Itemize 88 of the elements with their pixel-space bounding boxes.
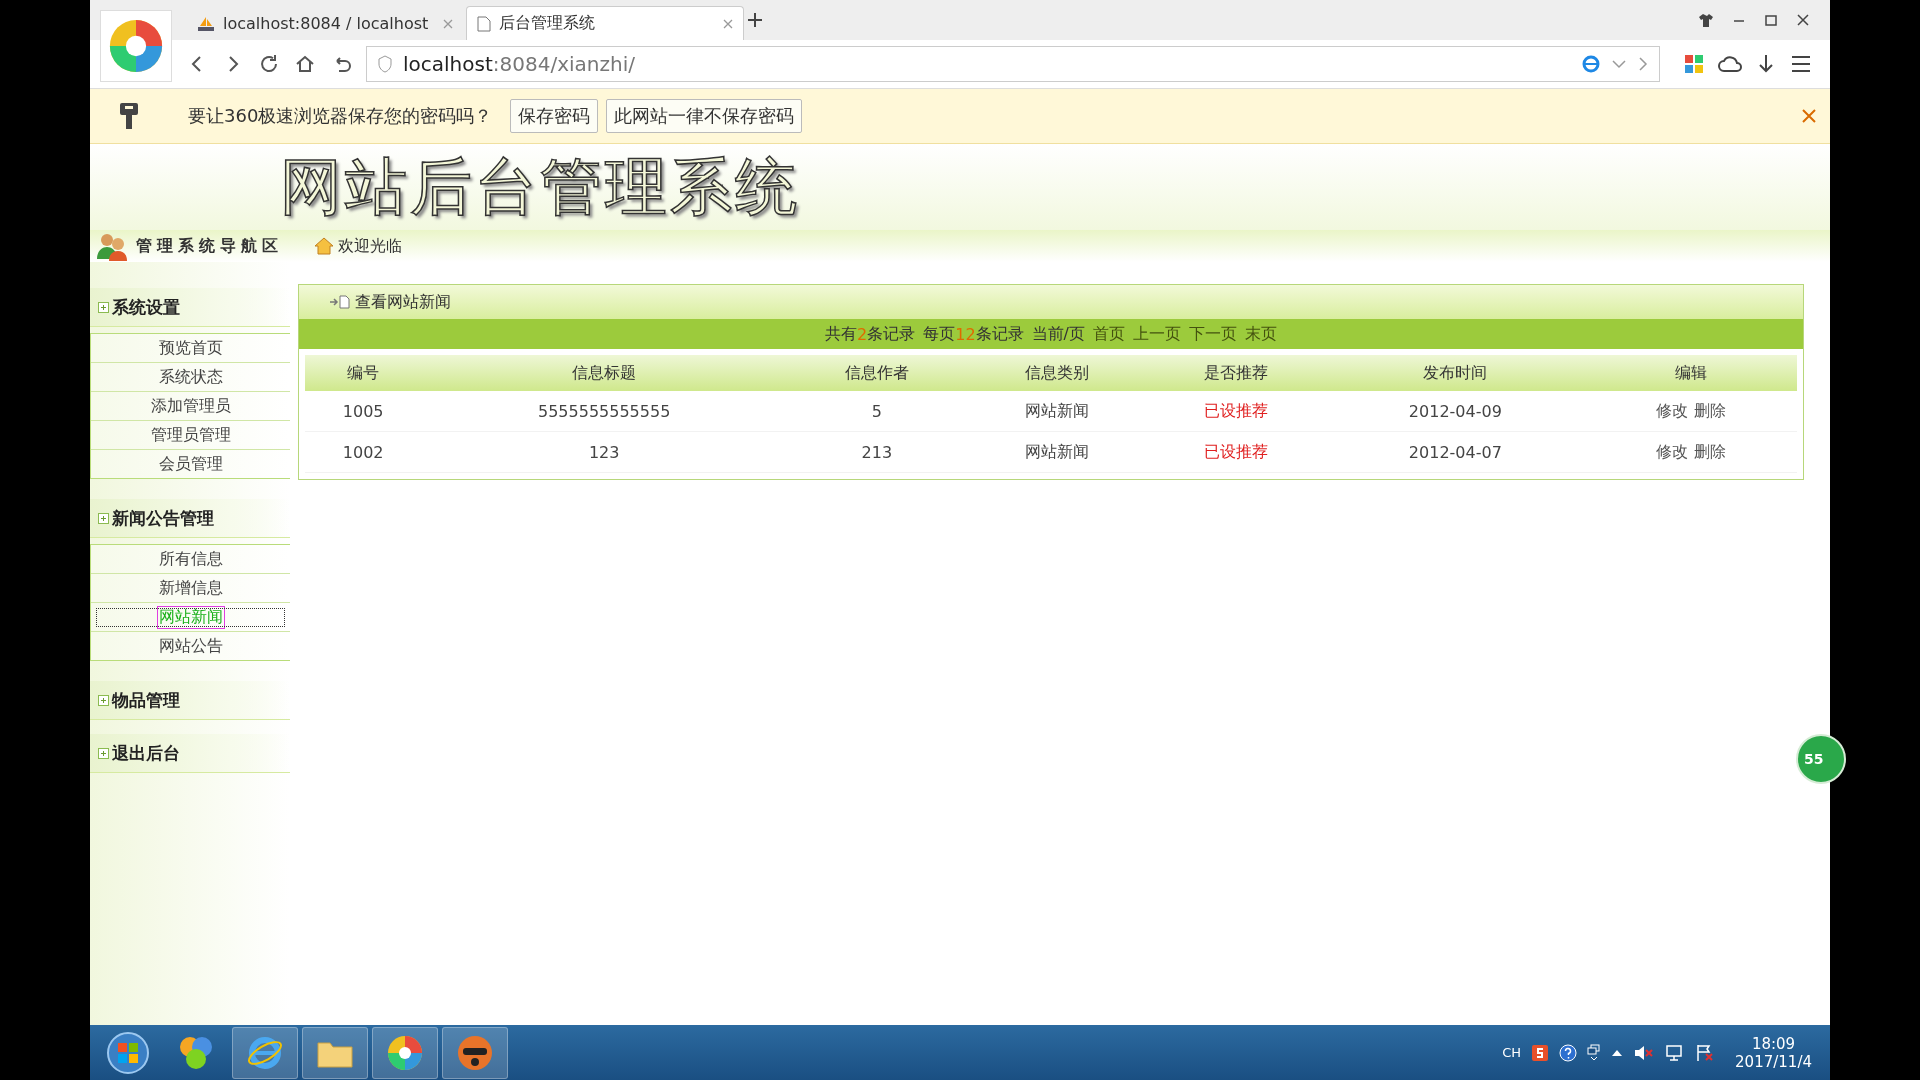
column-header: 信息作者	[787, 355, 967, 391]
page-icon	[477, 15, 491, 32]
expand-icon	[98, 694, 109, 706]
home-icon	[314, 237, 334, 255]
menu-group-header[interactable]: 新闻公告管理	[90, 499, 290, 538]
browser-tab[interactable]: 后台管理系统	[466, 6, 744, 40]
column-header: 发布时间	[1326, 355, 1585, 391]
address-field[interactable]: localhost:8084/xianzhi/	[366, 46, 1660, 82]
expand-icon	[98, 512, 109, 524]
new-tab-icon[interactable]	[746, 11, 764, 29]
column-header: 信息类别	[966, 355, 1147, 391]
menu-group-header[interactable]: 退出后台	[90, 734, 290, 773]
table-cell: 5555555555555	[421, 391, 788, 432]
browser-icon[interactable]	[372, 1026, 438, 1079]
table-cell: 2012-04-07	[1326, 431, 1585, 473]
sidebar-item[interactable]: 系统状态	[91, 363, 290, 392]
column-header: 编辑	[1584, 355, 1797, 391]
table-cell: 网站新闻	[966, 431, 1147, 473]
apps-grid-icon[interactable]	[1684, 54, 1704, 74]
password-button[interactable]: 保存密码	[510, 99, 599, 133]
column-header: 编号	[305, 355, 422, 391]
reload-icon[interactable]	[258, 53, 280, 75]
sidebar-item[interactable]: 所有信息	[91, 545, 290, 574]
expand-icon	[98, 747, 109, 759]
pager-text: 共有	[825, 323, 858, 345]
download-icon[interactable]	[1756, 53, 1776, 75]
menu-icon[interactable]	[1790, 54, 1812, 74]
clock-date: 2017/11/4	[1735, 1052, 1812, 1071]
expand-icon	[98, 301, 109, 313]
pager-text: 条记录	[867, 323, 916, 345]
shield-icon	[377, 55, 393, 73]
row-action-link[interactable]: 修改	[1655, 400, 1688, 420]
pager-text: 条记录	[975, 323, 1024, 345]
input-method-icon[interactable]	[1531, 1043, 1550, 1062]
pager-link[interactable]: 上一页	[1132, 323, 1181, 345]
sidebar-item[interactable]: 添加管理员	[91, 392, 290, 421]
panel-title: 查看网站新闻	[355, 291, 451, 313]
site-title: 网站后台管理系统	[280, 149, 800, 225]
pager-link[interactable]: 下一页	[1188, 323, 1237, 345]
pager-text: 当前/页	[1031, 323, 1085, 345]
clock-time: 18:09	[1751, 1034, 1796, 1053]
sidebar-item[interactable]: 预览首页	[91, 334, 290, 363]
menu-group-header[interactable]: 系统设置	[90, 288, 290, 327]
folder-icon[interactable]	[302, 1026, 368, 1079]
close-tab-icon[interactable]	[723, 18, 733, 29]
table-cell: 1005	[305, 391, 422, 432]
browser-tab[interactable]: localhost:8084 / localhost	[186, 6, 464, 40]
pager-link[interactable]: 末页	[1244, 323, 1277, 345]
sailboat-icon	[197, 15, 215, 32]
muted-speaker-icon[interactable]	[1633, 1043, 1656, 1062]
pager-link[interactable]: 首页	[1092, 323, 1125, 345]
save-password-prompt: 要让360极速浏览器保存您的密码吗？	[188, 104, 493, 128]
column-header: 信息标题	[421, 355, 788, 391]
table-cell: 2012-04-09	[1326, 391, 1585, 432]
nav-area-title: 管理系统导航区	[136, 235, 283, 257]
table-cell: 123	[421, 431, 788, 473]
row-action-link[interactable]: 修改	[1655, 441, 1688, 461]
sidebar-item[interactable]: 新增信息	[91, 574, 290, 603]
table-cell: 5	[787, 391, 967, 432]
language-indicator[interactable]: CH	[1502, 1045, 1522, 1060]
pager-text: 每页	[923, 323, 956, 345]
key-icon	[118, 101, 140, 131]
table-cell: 213	[787, 431, 967, 473]
help-icon[interactable]	[1559, 1043, 1578, 1062]
record-count: 2	[857, 324, 868, 344]
table-cell: 1002	[305, 431, 422, 473]
flag-icon[interactable]	[1695, 1043, 1716, 1062]
cloud-icon[interactable]	[1718, 54, 1742, 74]
browser-logo-icon[interactable]	[107, 17, 165, 75]
table-cell: 已设推荐	[1146, 431, 1327, 473]
maximize-icon[interactable]	[1764, 13, 1778, 27]
shirt-icon[interactable]	[1698, 13, 1714, 27]
table-cell: 网站新闻	[966, 391, 1147, 432]
menu-group-header[interactable]: 物品管理	[90, 681, 290, 720]
row-action-link[interactable]: 删除	[1693, 441, 1726, 461]
sidebar-item[interactable]: 管理员管理	[91, 421, 290, 450]
record-count: 12	[955, 324, 976, 344]
users-icon	[96, 231, 130, 261]
close-icon[interactable]	[1796, 13, 1810, 27]
column-header: 是否推荐	[1146, 355, 1327, 391]
row-action-link[interactable]: 删除	[1693, 400, 1726, 420]
home-icon[interactable]	[294, 53, 316, 75]
password-button[interactable]: 此网站一律不保存密码	[606, 99, 803, 133]
arrow-page-icon	[329, 295, 351, 309]
windows-icon[interactable]	[1587, 1043, 1602, 1062]
table-cell: 已设推荐	[1146, 391, 1327, 432]
masked-figure-icon[interactable]	[442, 1026, 508, 1079]
welcome-text: 欢迎光临	[338, 235, 402, 257]
